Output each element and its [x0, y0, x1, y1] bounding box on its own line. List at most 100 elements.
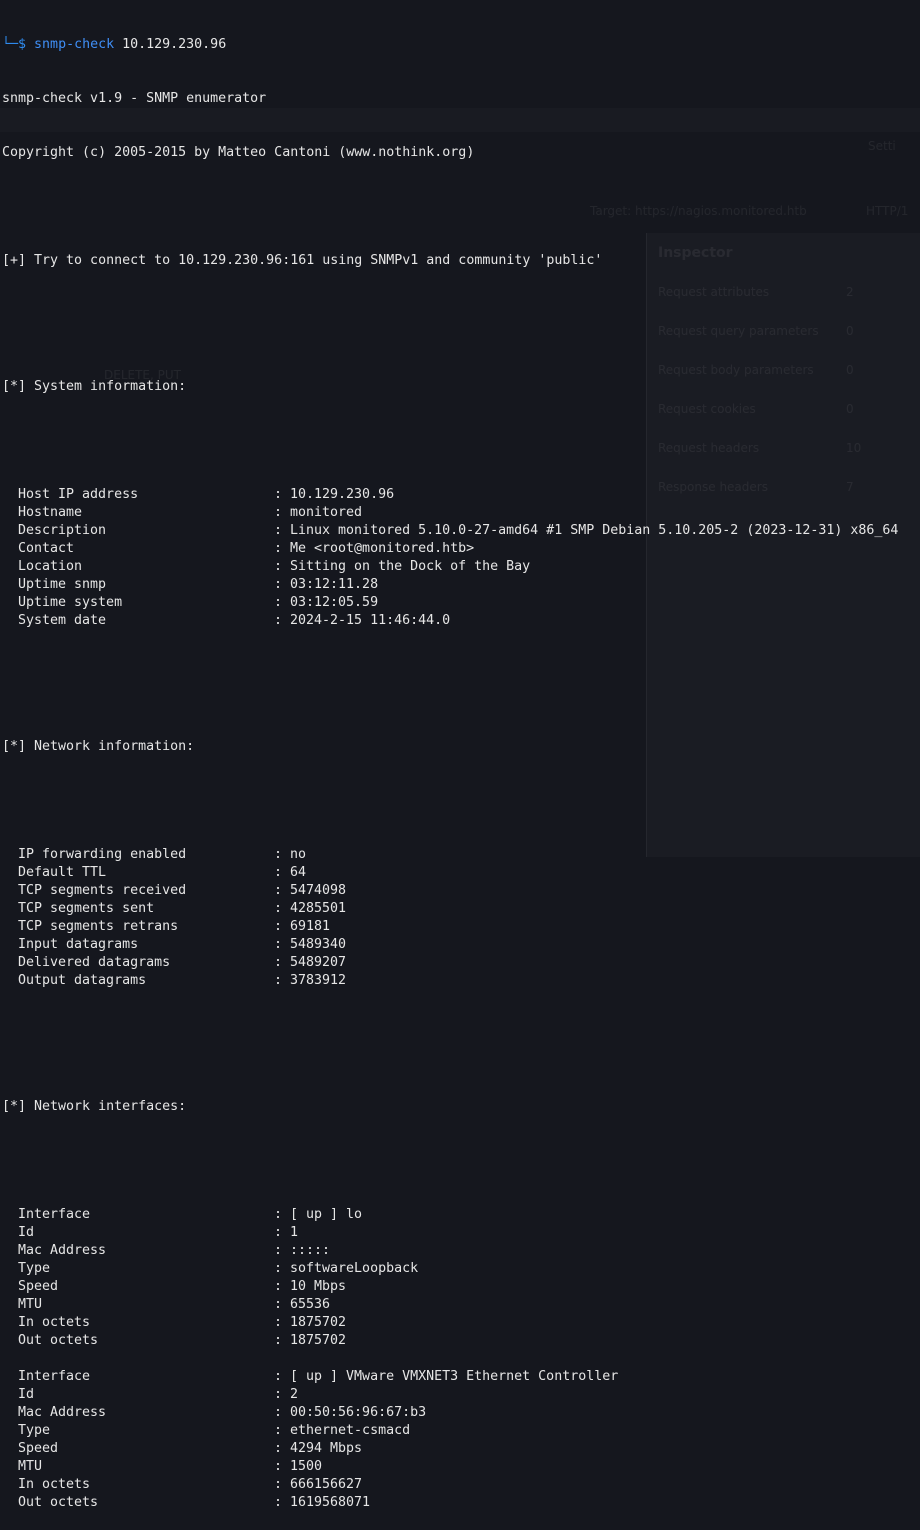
info-value: : softwareLoopback: [274, 1261, 419, 1276]
info-key: Interface: [18, 1369, 91, 1384]
info-key: TCP segments retrans: [18, 919, 179, 934]
info-row: Speed : 4294 Mbps: [2, 1440, 918, 1458]
info-value: : 1875702: [274, 1315, 347, 1330]
info-key: In octets: [18, 1477, 91, 1492]
info-value: : 65536: [274, 1297, 331, 1312]
info-value: : ethernet-csmacd: [274, 1423, 411, 1438]
info-key: IP forwarding enabled: [18, 847, 187, 862]
info-value: : Me <root@monitored.htb>: [274, 541, 475, 556]
info-row: In octets: 1875702: [2, 1314, 918, 1332]
info-value: : 03:12:11.28: [274, 577, 379, 592]
info-key: Speed: [18, 1279, 59, 1294]
info-key: TCP segments received: [18, 883, 187, 898]
info-row: Mac Address: :::::: [2, 1242, 918, 1260]
info-key: Output datagrams: [18, 973, 147, 988]
info-value: : 1: [274, 1225, 299, 1240]
info-row: In octets : 666156627: [2, 1476, 918, 1494]
info-value: : 1500: [274, 1459, 323, 1474]
info-key: TCP segments sent: [18, 901, 155, 916]
info-row: Output datagrams : 3783912: [2, 972, 918, 990]
info-key: System date: [18, 613, 107, 628]
info-value: : :::::: [274, 1243, 331, 1258]
info-value: : 69181: [274, 919, 331, 934]
info-value: : 3783912: [274, 973, 347, 988]
terminal-output: └─$ snmp-check 10.129.230.96 snmp-check …: [2, 0, 918, 1530]
info-value: : Sitting on the Dock of the Bay: [274, 559, 531, 574]
prompt-arrow: └─$: [2, 37, 27, 52]
info-row: TCP segments retrans : 69181: [2, 918, 918, 936]
info-key: Hostname: [18, 505, 83, 520]
info-row: Default TTL : 64: [2, 864, 918, 882]
info-row: Uptime system : 03:12:05.59: [2, 594, 918, 612]
info-value: : 10 Mbps: [274, 1279, 347, 1294]
info-value: : Linux monitored 5.10.0-27-amd64 #1 SMP…: [274, 523, 899, 538]
info-row: TCP segments received : 5474098: [2, 882, 918, 900]
info-key: Out octets: [18, 1333, 99, 1348]
prompt-line: └─$ snmp-check 10.129.230.96: [2, 36, 918, 54]
info-row: Out octets : 1619568071: [2, 1494, 918, 1512]
info-key: Description: [18, 523, 107, 538]
info-row: MTU : 65536: [2, 1296, 918, 1314]
info-value: : [ up ] lo: [274, 1207, 363, 1222]
info-row: Uptime snmp : 03:12:11.28: [2, 576, 918, 594]
info-key: Speed: [18, 1441, 59, 1456]
info-value: : [ up ] VMware VMXNET3 Ethernet Control…: [274, 1369, 619, 1384]
copyright-line: Copyright (c) 2005-2015 by Matteo Canton…: [2, 145, 475, 160]
info-row: TCP segments sent : 4285501: [2, 900, 918, 918]
info-key: Id: [18, 1225, 35, 1240]
connect-line: [+] Try to connect to 10.129.230.96:161 …: [2, 253, 603, 268]
info-key: Out octets: [18, 1495, 99, 1510]
info-value: : monitored: [274, 505, 363, 520]
system-info-list: Host IP address: 10.129.230.96 Hostname : …: [2, 486, 918, 630]
info-key: Contact: [18, 541, 75, 556]
info-row: Delivered datagrams : 5489207: [2, 954, 918, 972]
info-value: : 5474098: [274, 883, 347, 898]
network-heading: [*] Network information:: [2, 739, 195, 754]
info-value: : 2: [274, 1387, 299, 1402]
info-key: Location: [18, 559, 83, 574]
info-row: Type: softwareLoopback: [2, 1260, 918, 1278]
info-key: Host IP address: [18, 487, 139, 502]
info-key: MTU: [18, 1459, 43, 1474]
info-key: Mac Address: [18, 1405, 107, 1420]
info-row: System date: 2024-2-15 11:46:44.0: [2, 612, 918, 630]
interfaces-list: Interface: [ up ] lo Id: 1 Mac Address: ::…: [2, 1206, 918, 1512]
network-info-list: IP forwarding enabled : no Default TTL : 64…: [2, 846, 918, 990]
info-row: MTU : 1500: [2, 1458, 918, 1476]
info-row: Id : 1: [2, 1224, 918, 1242]
info-value: : 1875702: [274, 1333, 347, 1348]
info-value: : 64: [274, 865, 307, 880]
system-heading: [*] System information:: [2, 379, 187, 394]
info-value: : 1619568071: [274, 1495, 371, 1510]
info-row: Location : Sitting on the Dock of the Bay: [2, 558, 918, 576]
interface-block: Interface : [ up ] loId : 1Mac Address: ::…: [2, 1206, 918, 1350]
info-row: IP forwarding enabled : no: [2, 846, 918, 864]
info-row: Input datagrams: 5489340: [2, 936, 918, 954]
info-value: : 00:50:56:96:67:b3: [274, 1405, 427, 1420]
interfaces-heading: [*] Network interfaces:: [2, 1099, 187, 1114]
info-row: Type: ethernet-csmacd: [2, 1422, 918, 1440]
info-row: Id : 2: [2, 1386, 918, 1404]
info-value: : no: [274, 847, 307, 862]
info-value: : 666156627: [274, 1477, 363, 1492]
info-row: Host IP address: 10.129.230.96: [2, 486, 918, 504]
info-value: : 5489207: [274, 955, 347, 970]
info-key: Delivered datagrams: [18, 955, 171, 970]
info-key: MTU: [18, 1297, 43, 1312]
info-key: Interface: [18, 1207, 91, 1222]
info-value: : 4294 Mbps: [274, 1441, 363, 1456]
interface-block: Interface : [ up ] VMware VMXNET3 Etherne…: [2, 1368, 918, 1512]
command-argument: 10.129.230.96: [122, 37, 227, 52]
info-key: Uptime snmp: [18, 577, 107, 592]
info-key: Default TTL: [18, 865, 107, 880]
info-row: Interface : [ up ] VMware VMXNET3 Etherne…: [2, 1368, 918, 1386]
info-value: : 03:12:05.59: [274, 595, 379, 610]
info-key: Input datagrams: [18, 937, 139, 952]
info-key: Uptime system: [18, 595, 123, 610]
info-row: Mac Address : 00:50:56:96:67:b3: [2, 1404, 918, 1422]
info-value: : 4285501: [274, 901, 347, 916]
info-row: Description : Linux monitored 5.10.0-27-a…: [2, 522, 918, 540]
info-row: Contact : Me <root@monitored.htb>: [2, 540, 918, 558]
info-row: Interface : [ up ] lo: [2, 1206, 918, 1224]
info-key: Id: [18, 1387, 35, 1402]
